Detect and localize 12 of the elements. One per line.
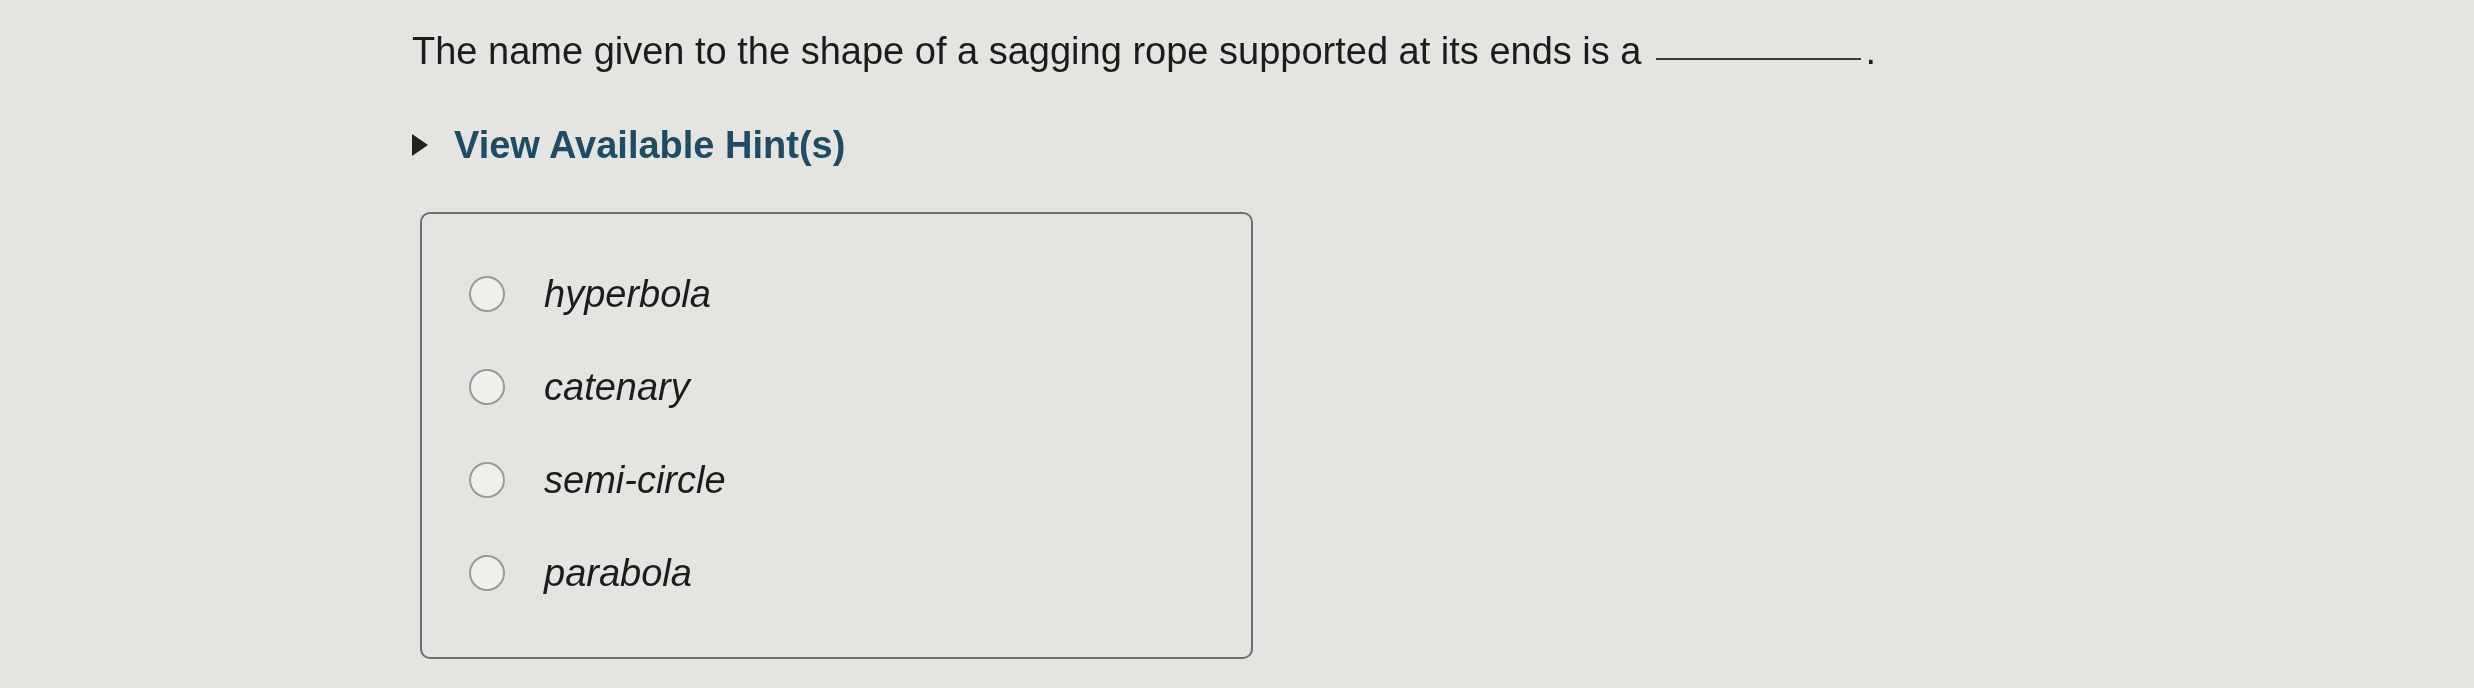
triangle-icon[interactable] (412, 134, 428, 156)
radio-button[interactable] (469, 368, 505, 405)
option-label[interactable]: parabola (544, 549, 692, 596)
radio-button[interactable] (469, 275, 505, 312)
option-label[interactable]: hyperbola (544, 270, 711, 317)
question-text: The name given to the shape of a sagging rope supported at its ends is a (412, 29, 1642, 74)
radio-button[interactable] (469, 554, 505, 591)
option-label[interactable]: catenary (544, 363, 690, 410)
radio-button[interactable] (469, 461, 505, 498)
question-text: . (1865, 29, 1877, 74)
hint-link[interactable]: View Available Hint(s) (454, 122, 846, 168)
option-label[interactable]: semi-circle (544, 456, 726, 503)
